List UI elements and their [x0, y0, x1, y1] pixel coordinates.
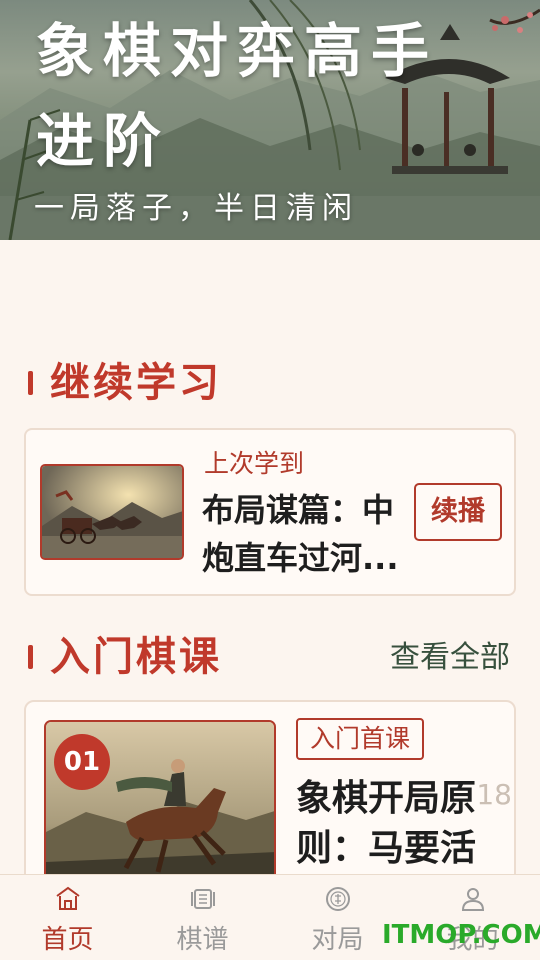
- tab-records-label: 棋谱: [176, 925, 229, 955]
- continue-section-header: 继续学习: [28, 358, 518, 408]
- tab-records[interactable]: 棋谱: [135, 875, 270, 960]
- last-lesson-title[interactable]: 布局谋篇：中炮直车过河...: [202, 486, 412, 582]
- lesson-thumbnail[interactable]: [40, 464, 184, 560]
- section-accent-bar: [28, 645, 33, 669]
- hero-title: 象棋对弈高手进阶: [36, 17, 439, 175]
- course-thumbnail[interactable]: 01: [44, 720, 276, 890]
- course-tag: 入门首课: [296, 718, 425, 760]
- intro-section-header: 入门棋课 查看全部: [28, 632, 518, 682]
- watermark: ITMOP.COM: [382, 920, 540, 950]
- scroll-icon: [191, 889, 215, 909]
- last-learned-label: 上次学到: [204, 449, 305, 478]
- chess-piece-icon: [326, 887, 350, 911]
- course-title[interactable]: 象棋开局原则：马要活: [296, 774, 496, 874]
- continue-card[interactable]: 上次学到 布局谋篇：中炮直车过河... 续播: [24, 428, 516, 596]
- tab-home[interactable]: 首页: [0, 875, 135, 960]
- section-accent-bar: [28, 371, 33, 395]
- intro-section-title: 入门棋课: [50, 634, 222, 680]
- resume-button[interactable]: 续播: [414, 483, 502, 541]
- home-icon: [56, 886, 80, 910]
- course-count: 18: [476, 778, 512, 811]
- hero-subtitle: 一局落子，半日清闲: [34, 191, 358, 226]
- hero-banner: 象棋对弈高手进阶 一局落子，半日清闲: [0, 0, 540, 240]
- chariot-battle-image: [42, 466, 182, 558]
- user-icon: [461, 888, 485, 911]
- tab-home-label: 首页: [41, 925, 94, 955]
- course-number-badge: 01: [54, 734, 110, 790]
- continue-section-title: 继续学习: [50, 360, 222, 406]
- see-all-link[interactable]: 查看全部: [390, 638, 510, 678]
- course-card[interactable]: 01 入门首课 象棋开局原则：马要活 18: [24, 700, 516, 900]
